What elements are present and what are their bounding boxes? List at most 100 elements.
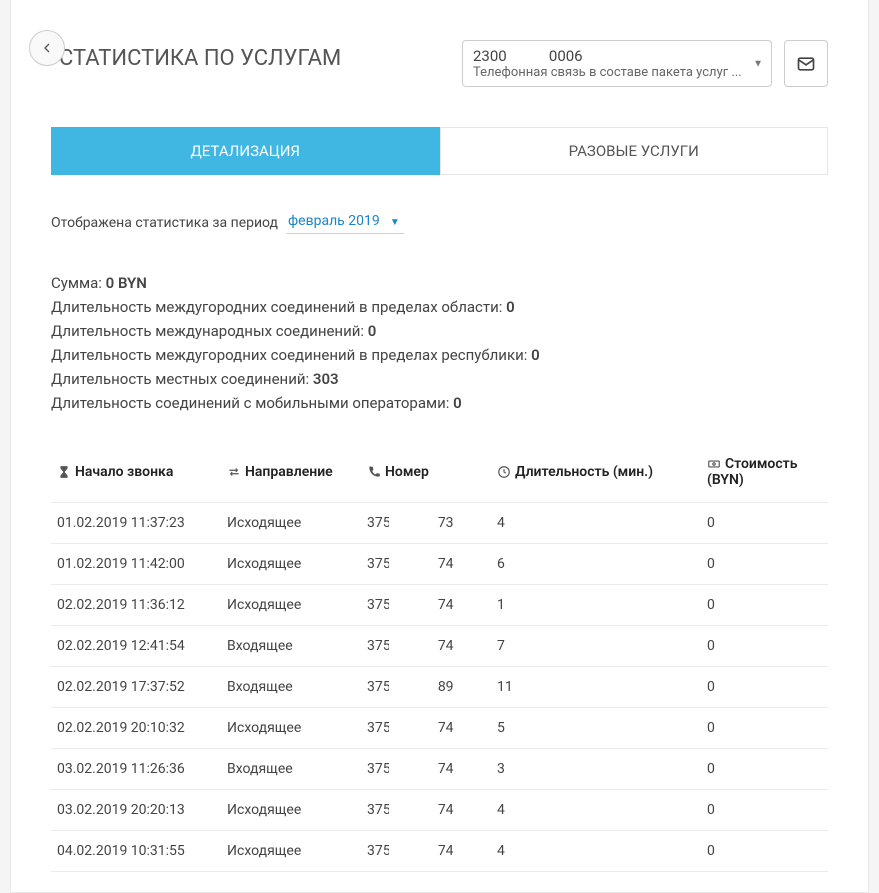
cell-duration: 4 [491,831,701,872]
number-mask [389,751,437,787]
period-picker[interactable]: февраль 2019 ▼ [286,211,404,234]
summary-line-value: 0 [453,394,462,412]
cell-number: 37500000374 [361,626,491,667]
cell-direction: Исходящее [221,790,361,831]
period-value: февраль 2019 [288,213,380,229]
clock-icon [497,465,511,479]
cell-duration: 7 [491,626,701,667]
cell-number: 37500000374 [361,749,491,790]
cell-number: 37500000889 [361,667,491,708]
cell-number: 37500000374 [361,708,491,749]
cell-number: 37500000374 [361,585,491,626]
number-mask [389,710,437,746]
mail-button[interactable] [784,40,828,87]
tab-detail[interactable]: ДЕТАЛИЗАЦИЯ [51,127,440,175]
period-label: Отображена статистика за период [51,215,278,231]
summary-line-label: Длительность соединений с мобильными опе… [51,394,449,412]
summary-sum-label: Сумма: [51,274,102,292]
table-row: 02.02.2019 12:41:54Входящее3750000037470 [51,626,828,667]
cell-direction: Исходящее [221,503,361,544]
cell-duration: 4 [491,790,701,831]
cell-duration: 11 [491,667,701,708]
cell-cost: 0 [701,831,828,872]
page-title: СТАТИСТИКА ПО УСЛУГАМ [59,46,341,71]
cell-direction: Исходящее [221,831,361,872]
cell-cost: 0 [701,708,828,749]
table-row: 03.02.2019 11:26:36Входящее3750000037430 [51,749,828,790]
table-row: 01.02.2019 11:42:00Исходящее375000003746… [51,544,828,585]
table-row: 01.02.2019 11:37:23Исходящее375000008734… [51,503,828,544]
arrows-icon [227,465,241,479]
number-mask [389,833,437,869]
cell-start: 03.02.2019 20:20:13 [51,790,221,831]
number-mask [389,628,437,664]
mail-icon [796,54,816,74]
cell-cost: 0 [701,544,828,585]
account-number-suffix: 0006 [549,47,583,65]
account-number-masked: 00000 [507,47,549,65]
number-mask [389,546,437,582]
account-number-prefix: 2300 [473,47,507,65]
cell-direction: Входящее [221,749,361,790]
cell-direction: Исходящее [221,585,361,626]
chevron-down-icon: ▼ [753,58,763,69]
account-select[interactable]: 2300000000006 Телефонная связь в составе… [462,40,772,87]
summary-line-label: Длительность местных соединений: [51,370,309,388]
summary-block: Сумма: 0 BYN Длительность междугородних … [51,274,828,412]
calls-table: Начало звонка Направление Номер Длительн… [51,442,828,872]
table-row: 03.02.2019 20:20:13Исходящее375000003744… [51,790,828,831]
back-button[interactable] [29,30,65,66]
col-header-duration: Длительность (мин.) [515,464,653,480]
summary-line-value: 0 [368,322,377,340]
table-row: 02.02.2019 11:36:12Исходящее375000003741… [51,585,828,626]
number-mask [389,505,437,541]
cell-duration: 3 [491,749,701,790]
cell-cost: 0 [701,790,828,831]
summary-line-label: Длительность междугородних соединений в … [51,298,502,316]
summary-line-value: 0 [506,298,515,316]
cell-start: 03.02.2019 11:26:36 [51,749,221,790]
number-mask [389,669,437,705]
cell-cost: 0 [701,667,828,708]
cell-start: 02.02.2019 17:37:52 [51,667,221,708]
account-description: Телефонная связь в составе пакета услуг … [473,65,747,80]
cell-start: 01.02.2019 11:42:00 [51,544,221,585]
cell-direction: Входящее [221,667,361,708]
cell-start: 02.02.2019 12:41:54 [51,626,221,667]
cell-direction: Исходящее [221,544,361,585]
cell-duration: 5 [491,708,701,749]
cell-cost: 0 [701,626,828,667]
cell-start: 02.02.2019 20:10:32 [51,708,221,749]
tabs: ДЕТАЛИЗАЦИЯ РАЗОВЫЕ УСЛУГИ [51,127,828,175]
cell-cost: 0 [701,749,828,790]
cell-duration: 1 [491,585,701,626]
cell-start: 04.02.2019 10:31:55 [51,831,221,872]
summary-line-label: Длительность международных соединений: [51,322,364,340]
phone-icon [367,465,381,479]
summary-sum-value: 0 BYN [106,274,147,292]
cell-duration: 4 [491,503,701,544]
cell-duration: 6 [491,544,701,585]
col-header-direction: Направление [245,464,333,480]
cell-cost: 0 [701,585,828,626]
col-header-start: Начало звонка [75,464,173,480]
table-row: 02.02.2019 20:10:32Исходящее375000003745… [51,708,828,749]
chevron-down-icon: ▼ [390,217,400,228]
hourglass-icon [57,465,71,479]
table-row: 04.02.2019 10:31:55Исходящее375000003744… [51,831,828,872]
summary-line-value: 303 [313,370,339,388]
cell-direction: Входящее [221,626,361,667]
col-header-number: Номер [385,464,429,480]
arrow-left-icon [39,40,55,56]
cell-start: 01.02.2019 11:37:23 [51,503,221,544]
cell-number: 37500000374 [361,790,491,831]
summary-line-label: Длительность междугородних соединений в … [51,346,527,364]
cell-number: 37500000873 [361,503,491,544]
cell-direction: Исходящее [221,708,361,749]
cell-number: 37500000374 [361,544,491,585]
tab-once[interactable]: РАЗОВЫЕ УСЛУГИ [440,127,829,175]
cell-number: 37500000374 [361,831,491,872]
summary-line-value: 0 [531,346,540,364]
table-row: 02.02.2019 17:37:52Входящее3750000088911… [51,667,828,708]
cell-start: 02.02.2019 11:36:12 [51,585,221,626]
